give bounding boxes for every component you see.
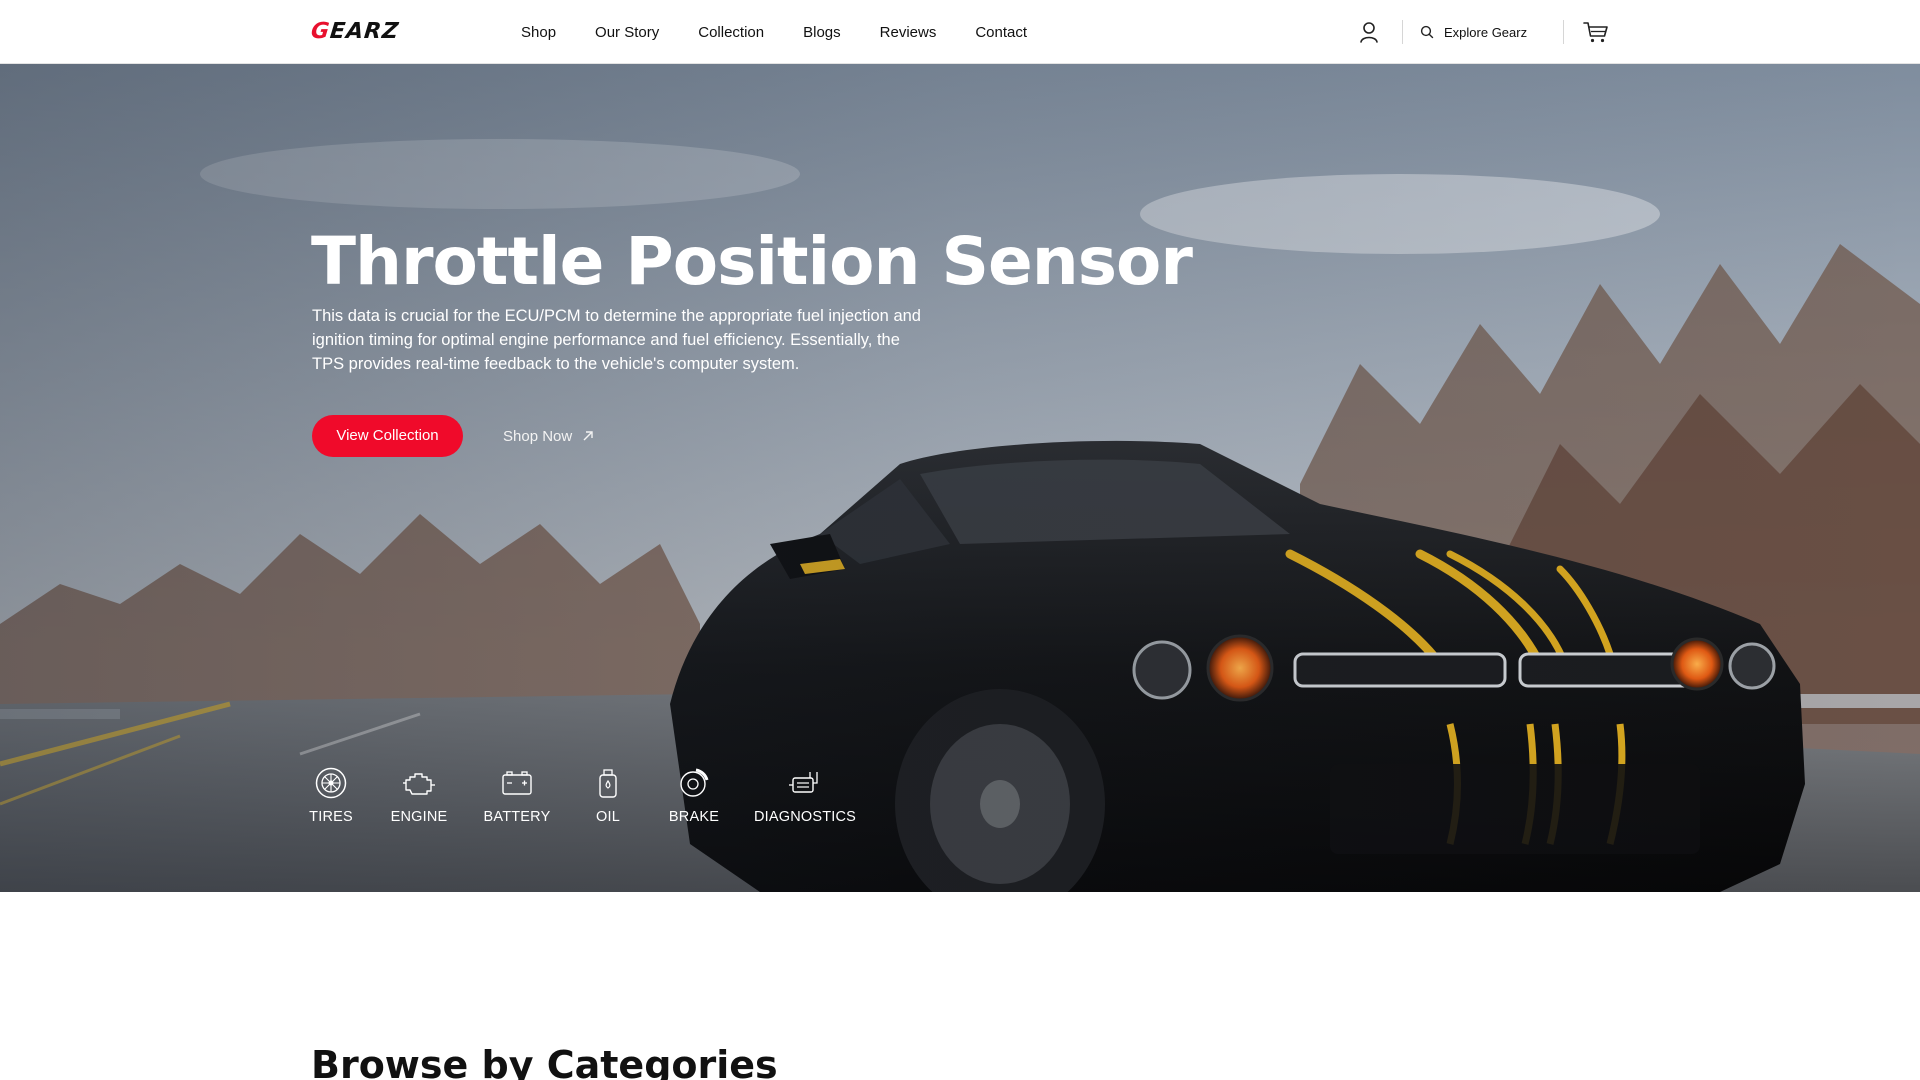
- nav-link-collection[interactable]: Collection: [698, 22, 764, 44]
- hero-banner: Throttle Position Sensor This data is cr…: [0, 64, 1920, 892]
- nav-link-reviews[interactable]: Reviews: [880, 22, 937, 44]
- diagnostics-icon: [789, 772, 818, 793]
- category-brake[interactable]: BRAKE: [668, 766, 720, 836]
- category-label: TIRES: [309, 809, 353, 825]
- cart-button[interactable]: [1582, 19, 1610, 45]
- shop-now-label: Shop Now: [503, 427, 573, 445]
- nav-link-our-story[interactable]: Our Story: [595, 22, 659, 44]
- category-label: DIAGNOSTICS: [753, 809, 857, 825]
- category-label: BATTERY: [483, 809, 551, 825]
- category-label: ENGINE: [390, 809, 448, 825]
- category-oil[interactable]: OIL: [594, 766, 622, 836]
- hero-overlay: [0, 64, 1920, 892]
- category-engine[interactable]: ENGINE: [390, 766, 448, 836]
- hero-title: Throttle Position Sensor: [311, 223, 1193, 300]
- oil-icon: [599, 769, 617, 798]
- view-collection-button[interactable]: View Collection: [312, 415, 463, 457]
- site-header: GEARZ Shop Our Story Collection Blogs Re…: [0, 0, 1920, 64]
- battery-icon: [502, 771, 532, 795]
- shop-now-link[interactable]: Shop Now: [503, 425, 594, 447]
- category-battery[interactable]: BATTERY: [483, 766, 551, 836]
- search-label: Explore Gearz: [1444, 24, 1528, 40]
- nav-link-shop[interactable]: Shop: [521, 22, 556, 44]
- category-tires[interactable]: TIRES: [309, 766, 353, 836]
- nav-link-contact[interactable]: Contact: [975, 22, 1027, 44]
- brand-logo[interactable]: GEARZ: [310, 19, 401, 45]
- category-label: OIL: [596, 809, 620, 825]
- brake-icon: [680, 768, 709, 797]
- hero-description: This data is crucial for the ECU/PCM to …: [312, 307, 921, 373]
- cart-icon: [1583, 22, 1608, 43]
- arrow-up-right-icon: [583, 431, 593, 441]
- header-divider: [1402, 20, 1403, 44]
- search-icon: [1420, 25, 1434, 39]
- engine-icon: [403, 773, 435, 795]
- account-button[interactable]: [1356, 19, 1382, 45]
- search-button[interactable]: Explore Gearz: [1420, 20, 1527, 44]
- nav-link-blogs[interactable]: Blogs: [803, 22, 841, 44]
- main-nav: Shop Our Story Collection Blogs Reviews …: [521, 22, 1066, 44]
- category-diagnostics[interactable]: DIAGNOSTICS: [754, 766, 856, 836]
- header-divider: [1563, 20, 1564, 44]
- category-label: BRAKE: [668, 809, 720, 825]
- tire-icon: [315, 767, 347, 799]
- user-icon: [1360, 22, 1378, 43]
- browse-categories-heading: Browse by Categories: [311, 1043, 778, 1080]
